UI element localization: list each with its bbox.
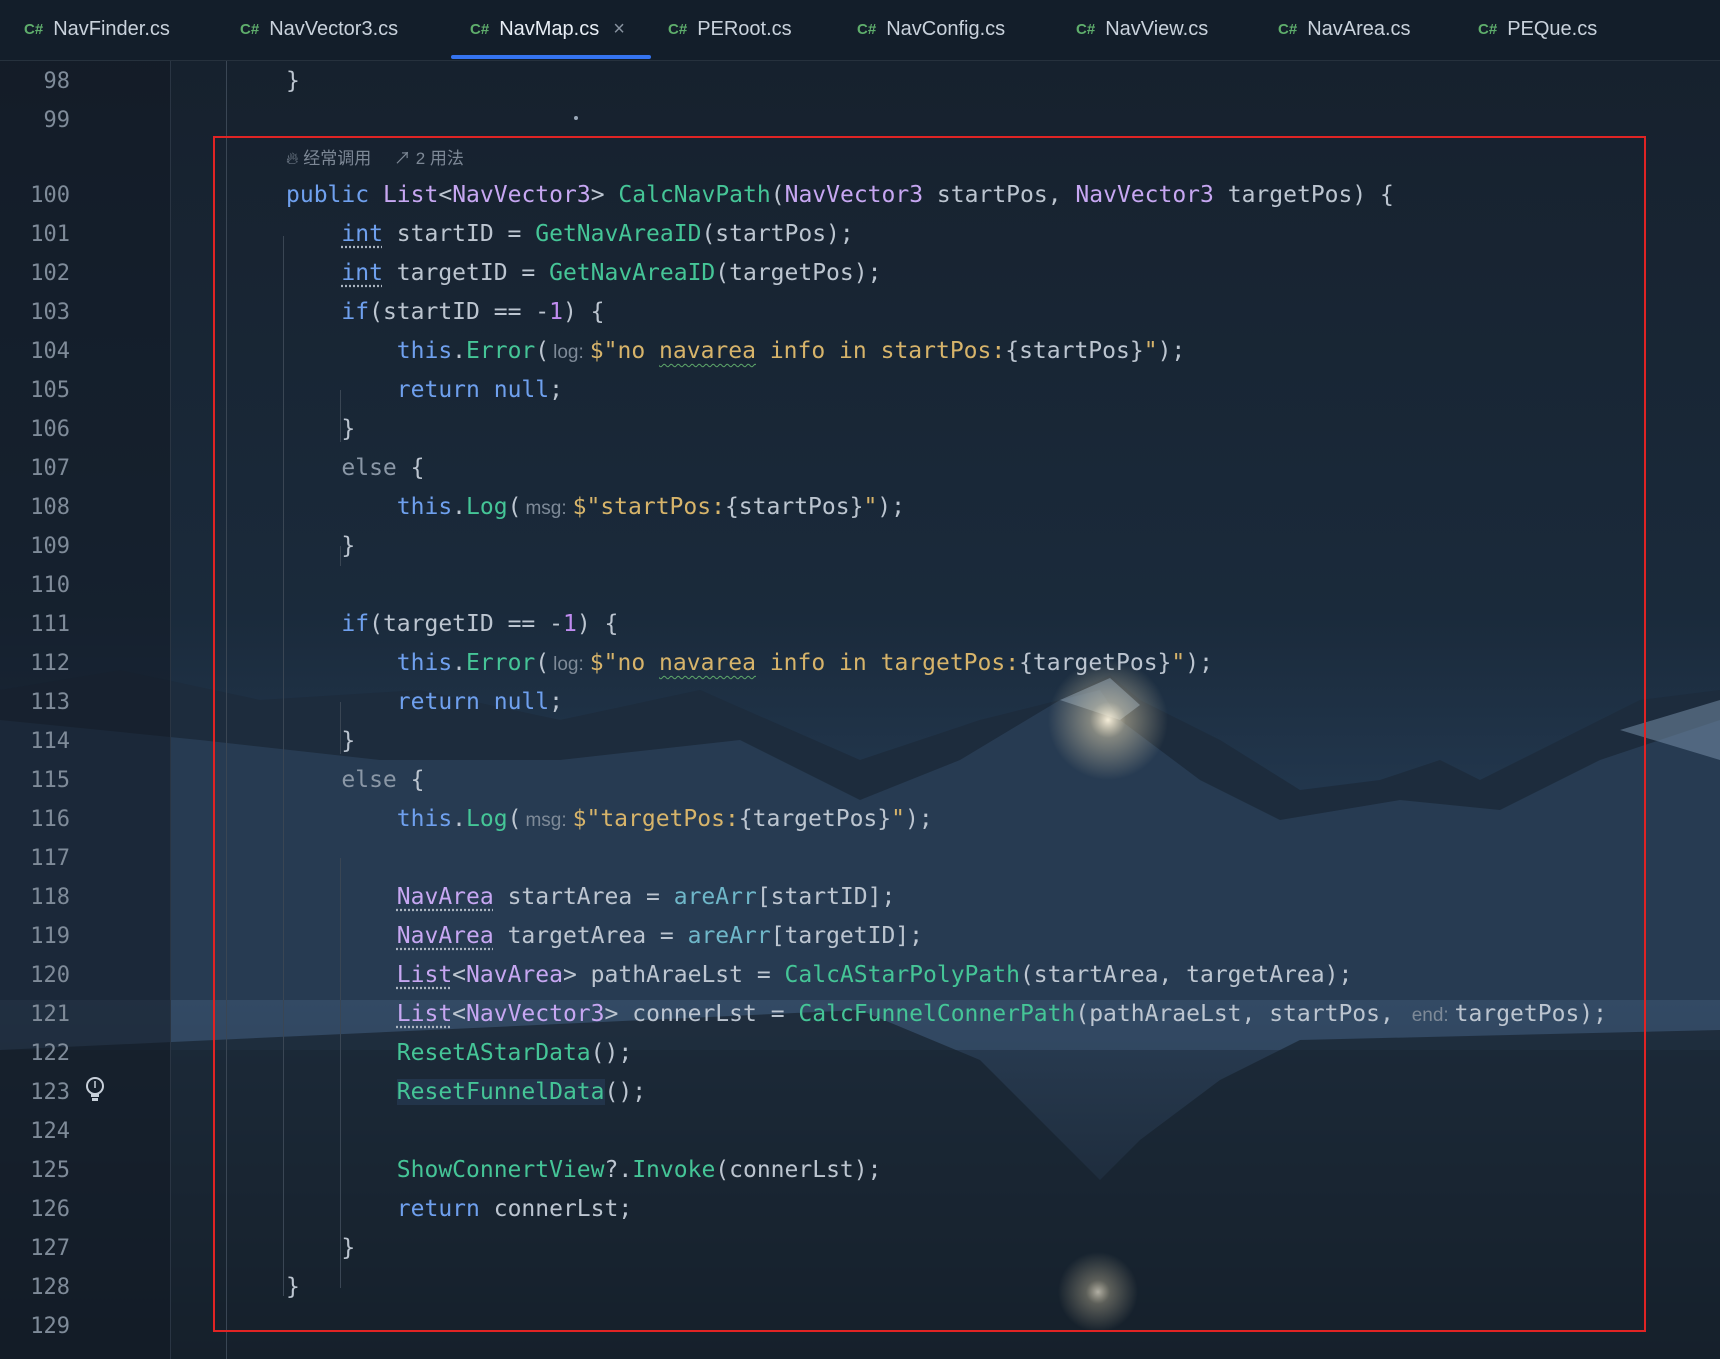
lightbulb-icon[interactable] [84,1076,106,1104]
csharp-file-icon: C# [1478,20,1498,38]
tab-label: PERoot.cs [697,17,792,40]
tab-label: NavConfig.cs [886,17,1006,40]
tab-label: NavFinder.cs [53,17,170,40]
csharp-file-icon: C# [1278,20,1298,38]
tab-peque[interactable]: C# PEQue.cs [1478,0,1597,58]
highlight-box [213,136,1646,1332]
editor-tab-bar: C# NavFinder.cs C# NavVector3.cs C# NavM… [0,0,1720,61]
csharp-file-icon: C# [240,20,260,38]
csharp-file-icon: C# [24,20,44,38]
csharp-file-icon: C# [470,20,490,38]
tab-navview[interactable]: C# NavView.cs [1076,0,1208,58]
tab-navmap[interactable]: C# NavMap.cs × [470,0,625,58]
tab-label: PEQue.cs [1507,17,1598,40]
active-tab-indicator [451,55,651,59]
tab-navarea[interactable]: C# NavArea.cs [1278,0,1411,58]
tab-label: NavView.cs [1105,17,1209,40]
csharp-file-icon: C# [857,20,877,38]
csharp-file-icon: C# [1076,20,1096,38]
tab-label: NavArea.cs [1307,17,1411,40]
tab-navconfig[interactable]: C# NavConfig.cs [857,0,1005,58]
csharp-file-icon: C# [668,20,688,38]
tab-peroot[interactable]: C# PERoot.cs [668,0,792,58]
token: } [286,68,300,94]
code-line-98: } [286,62,300,101]
tab-navfinder[interactable]: C# NavFinder.cs [24,0,170,58]
tab-label: NavMap.cs [499,17,600,40]
tab-navvector3[interactable]: C# NavVector3.cs [240,0,398,58]
tab-label: NavVector3.cs [269,17,399,40]
close-tab-icon[interactable]: × [613,18,625,41]
